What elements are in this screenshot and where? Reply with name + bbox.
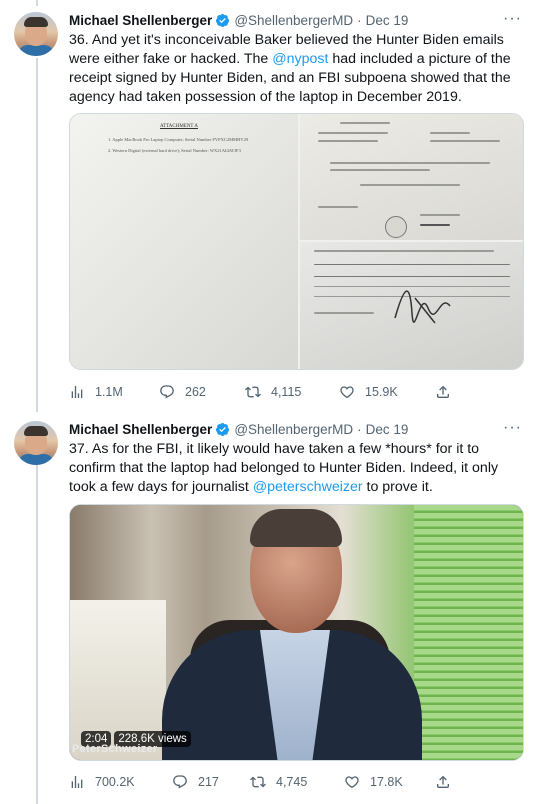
verified-badge-icon <box>216 13 230 27</box>
avatar[interactable] <box>14 12 58 56</box>
retweet-icon <box>245 386 261 398</box>
tweet-date[interactable]: Dec 19 <box>366 13 409 28</box>
reply-count: 262 <box>185 385 206 399</box>
views-button[interactable]: 700.2K <box>69 772 135 792</box>
tweet-date[interactable]: Dec 19 <box>366 422 409 437</box>
reply-count: 217 <box>198 775 219 789</box>
like-count: 17.8K <box>370 775 403 789</box>
views-count: 1.1M <box>95 385 123 399</box>
mention-link[interactable]: @peterschweizer <box>253 479 363 495</box>
reply-icon <box>173 775 187 789</box>
separator-dot: · <box>357 12 362 28</box>
author-handle[interactable]: @ShellenbergerMD <box>234 422 353 437</box>
more-options-icon[interactable]: ··· <box>503 11 522 27</box>
tweet-header: Michael Shellenberger @ShellenbergerMD ·… <box>69 10 408 30</box>
like-icon <box>345 776 359 789</box>
separator-dot: · <box>357 421 362 437</box>
video-watermark: PeterSchweizer <box>72 743 158 755</box>
views-count: 700.2K <box>95 775 135 789</box>
media-image-attachment[interactable]: ATTACHMENT A 1. Apple MacBook Pro Laptop… <box>70 114 298 369</box>
retweet-button[interactable]: 4,115 <box>245 382 301 402</box>
video-person-hair <box>250 509 342 547</box>
tweet-text: 36. And yet it's inconceivable Baker bel… <box>69 32 511 105</box>
tweet-media-video[interactable]: 2:04 228.6K views PeterSchweizer <box>69 504 524 761</box>
video-window-blinds <box>414 505 523 760</box>
retweet-button[interactable]: 4,745 <box>250 772 307 792</box>
media-image-receipt[interactable] <box>300 242 523 369</box>
like-icon <box>340 386 354 399</box>
tweet-actions: 1.1M 262 4,115 15.9K <box>69 382 469 402</box>
attachment-title: ATTACHMENT A <box>160 124 198 129</box>
avatar[interactable] <box>14 421 58 465</box>
views-icon <box>71 776 83 788</box>
more-options-icon[interactable]: ··· <box>503 420 522 436</box>
author-name[interactable]: Michael Shellenberger <box>69 13 212 28</box>
share-button[interactable] <box>435 772 461 792</box>
tweet-media-images[interactable]: ATTACHMENT A 1. Apple MacBook Pro Laptop… <box>69 113 524 370</box>
retweet-count: 4,115 <box>271 385 302 399</box>
tweet-37[interactable]: Michael Shellenberger @ShellenbergerMD ·… <box>0 419 536 804</box>
reply-button[interactable]: 217 <box>172 772 219 792</box>
like-count: 15.9K <box>365 385 398 399</box>
seal-icon <box>385 216 407 238</box>
attachment-line-2: 2. Western Digital (external hard drive)… <box>108 148 241 153</box>
tweet-36[interactable]: Michael Shellenberger @ShellenbergerMD ·… <box>0 10 536 405</box>
share-icon <box>437 385 449 398</box>
signature-icon <box>394 290 451 324</box>
tweet-actions: 700.2K 217 4,745 17.8K <box>69 772 469 792</box>
reply-icon <box>160 385 174 399</box>
like-button[interactable]: 15.9K <box>339 382 398 402</box>
share-icon <box>437 775 449 788</box>
mention-link[interactable]: @nypost <box>272 51 328 67</box>
views-button[interactable]: 1.1M <box>69 382 123 402</box>
share-button[interactable] <box>435 382 461 402</box>
reply-button[interactable]: 262 <box>159 382 206 402</box>
retweet-count: 4,745 <box>276 775 308 789</box>
verified-badge-icon <box>216 422 230 436</box>
tweet-header: Michael Shellenberger @ShellenbergerMD ·… <box>69 419 408 439</box>
author-handle[interactable]: @ShellenbergerMD <box>234 13 353 28</box>
views-icon <box>71 386 83 398</box>
retweet-icon <box>250 776 266 788</box>
author-name[interactable]: Michael Shellenberger <box>69 422 212 437</box>
like-button[interactable]: 17.8K <box>344 772 403 792</box>
attachment-line-1: 1. Apple MacBook Pro Laptop Computer; Se… <box>108 137 249 142</box>
media-image-subpoena[interactable] <box>300 114 523 240</box>
thread-line-top <box>36 0 38 6</box>
tweet-text: 37. As for the FBI, it likely would have… <box>69 441 499 495</box>
